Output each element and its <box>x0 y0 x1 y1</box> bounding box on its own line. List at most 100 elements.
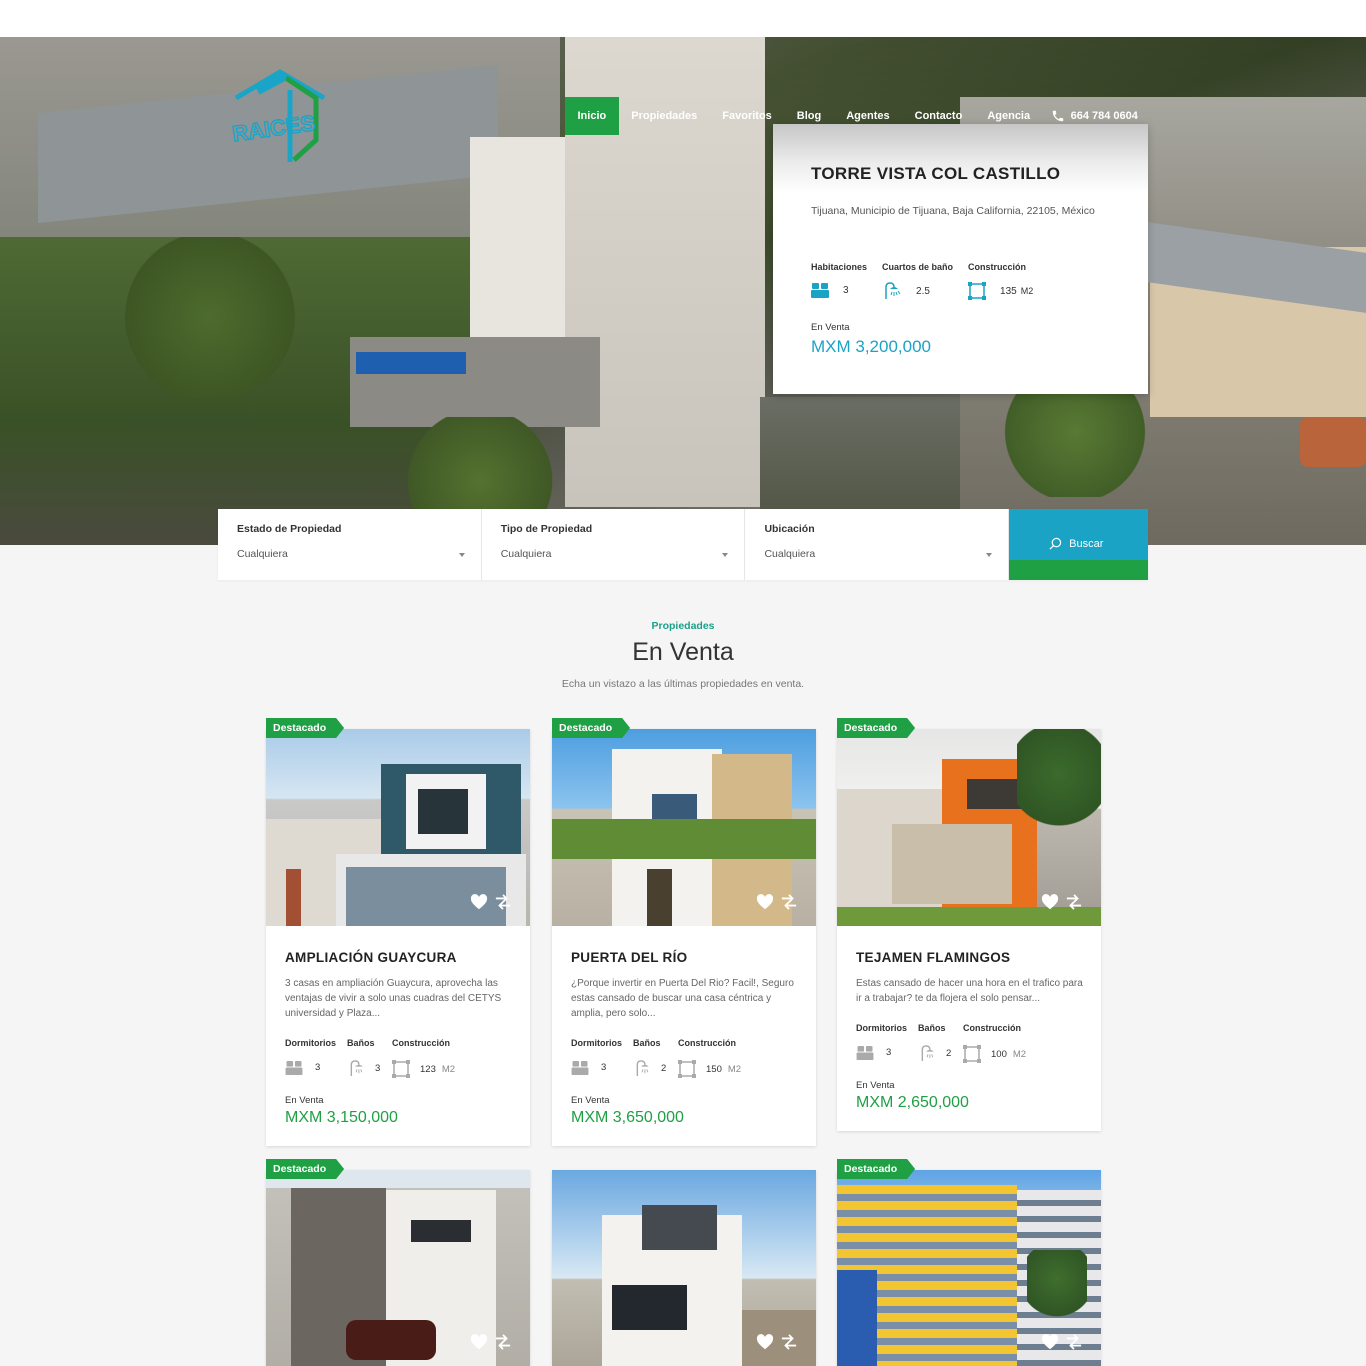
area-icon <box>963 1045 981 1063</box>
search-field-label: Ubicación <box>764 523 815 535</box>
featured-badge: Destacado <box>266 718 344 738</box>
listing-card[interactable]: Destacado <box>266 1170 530 1366</box>
featured-badge: Destacado <box>266 1159 344 1179</box>
listing-card[interactable] <box>552 1170 816 1366</box>
spec-unit: M2 <box>1020 286 1034 296</box>
heart-icon[interactable] <box>1041 894 1059 910</box>
listing-photo[interactable] <box>266 1170 530 1366</box>
search-button[interactable]: Buscar <box>1009 509 1149 580</box>
svg-text:RAICES: RAICES <box>231 110 317 146</box>
listing-status: En Venta <box>571 1095 610 1106</box>
listing-status: En Venta <box>856 1080 895 1091</box>
area-icon <box>392 1060 410 1078</box>
featured-badge: Destacado <box>552 718 630 738</box>
section-subtitle: Echa un vistazo a las últimas propiedade… <box>561 678 805 690</box>
featured-spec-area: Construcción 135 M2 <box>968 262 1033 300</box>
spec-label: Dormitorios <box>571 1038 623 1048</box>
caret-down-icon[interactable] <box>458 553 465 557</box>
bed-icon <box>811 283 829 298</box>
spec-value: 3 <box>315 1062 321 1073</box>
compare-icon[interactable] <box>1065 1334 1083 1350</box>
listing-card[interactable]: Destacado TEJAMEN FLAMINGOS Estas cansad… <box>837 729 1101 1131</box>
nav-item-propiedades[interactable]: Propiedades <box>619 97 710 135</box>
spec-value: 123 <box>420 1063 436 1075</box>
listing-title[interactable]: PUERTA DEL RÍO <box>571 950 687 965</box>
area-icon <box>678 1060 696 1078</box>
listing-description: Estas cansado de hacer una hora en el tr… <box>856 978 1083 1004</box>
listing-description: ¿Porque invertir en Puerta Del Rio? Faci… <box>571 978 794 1019</box>
search-field-value[interactable]: Cualquiera <box>237 548 288 560</box>
spec-label: Dormitorios <box>856 1023 908 1033</box>
search-field-location[interactable]: Ubicación Cualquiera <box>745 509 1010 580</box>
featured-badge: Destacado <box>837 1159 915 1179</box>
search-button-accent <box>1009 560 1149 580</box>
heart-icon[interactable] <box>470 894 488 910</box>
listing-specs: Dormitorios 3 Baños 2 Construcción 100 M2 <box>856 1023 1026 1063</box>
nav-item-inicio[interactable]: Inicio <box>565 97 619 135</box>
hero-car <box>1300 417 1366 467</box>
listing-specs: Dormitorios 3 Baños 3 Construcción 123 M2 <box>285 1038 455 1078</box>
search-icon <box>1049 537 1062 550</box>
featured-specs: Habitaciones 3 Cuartos de baño 2.5 Const… <box>811 262 1048 300</box>
bed-icon <box>285 1060 303 1075</box>
featured-badge: Destacado <box>837 718 915 738</box>
compare-icon[interactable] <box>494 1334 512 1350</box>
bed-icon <box>571 1060 589 1075</box>
search-field-label: Estado de Propiedad <box>237 523 342 535</box>
listing-photo[interactable] <box>266 729 530 926</box>
listing-card[interactable]: Destacado <box>837 1170 1101 1366</box>
listing-specs: Dormitorios 3 Baños 2 Construcción 150 M2 <box>571 1038 741 1078</box>
spec-label: Cuartos de baño <box>882 262 954 272</box>
featured-spec-bathrooms: Cuartos de baño 2.5 <box>882 262 953 300</box>
spec-value: 3 <box>601 1062 607 1073</box>
compare-icon[interactable] <box>780 1334 798 1350</box>
search-field-status[interactable]: Estado de Propiedad Cualquiera <box>218 509 482 580</box>
featured-price: MXM 3,200,000 <box>811 337 932 356</box>
section-title: En Venta <box>632 638 734 666</box>
listing-description: 3 casas en ampliación Guaycura, aprovech… <box>285 978 502 1019</box>
listing-title[interactable]: AMPLIACIÓN GUAYCURA <box>285 950 457 965</box>
logo-house-icon: RAICES <box>230 69 326 162</box>
listing-status: En Venta <box>285 1095 324 1106</box>
spec-value: 2 <box>661 1063 667 1074</box>
listing-price: MXM 2,650,000 <box>856 1094 969 1111</box>
search-field-value[interactable]: Cualquiera <box>501 548 552 560</box>
compare-icon[interactable] <box>1065 894 1083 910</box>
listing-price: MXM 3,150,000 <box>285 1109 398 1126</box>
heart-icon[interactable] <box>756 894 774 910</box>
caret-down-icon[interactable] <box>986 553 993 557</box>
listing-card[interactable]: Destacado AMPLIACIÓN GUAYCURA 3 casas en… <box>266 729 530 1146</box>
nav-phone[interactable]: 664 784 0604 <box>1051 109 1138 123</box>
featured-title[interactable]: TORRE VISTA COL CASTILLO <box>811 164 1060 184</box>
heart-icon[interactable] <box>756 1334 774 1350</box>
area-icon <box>968 282 987 300</box>
hero-terrace <box>350 337 600 427</box>
spec-value: 3 <box>843 284 849 296</box>
heart-icon[interactable] <box>1041 1334 1059 1350</box>
compare-icon[interactable] <box>494 894 512 910</box>
site-logo[interactable]: RAICES <box>228 68 334 164</box>
spec-unit: M2 <box>1012 1048 1027 1060</box>
shower-icon <box>921 1045 934 1062</box>
search-field-label: Tipo de Propiedad <box>500 523 593 535</box>
listing-photo[interactable] <box>552 729 816 926</box>
search-field-value[interactable]: Cualquiera <box>764 548 815 560</box>
shower-icon <box>636 1060 649 1077</box>
featured-property-card[interactable]: TORRE VISTA COL CASTILLO Tijuana, Munici… <box>773 124 1148 394</box>
listing-title[interactable]: TEJAMEN FLAMINGOS <box>856 950 1010 965</box>
spec-value: 135 <box>1000 285 1017 297</box>
spec-label: Dormitorios <box>285 1038 337 1048</box>
search-field-type[interactable]: Tipo de Propiedad Cualquiera <box>482 509 746 580</box>
caret-down-icon[interactable] <box>722 553 729 557</box>
listing-card[interactable]: Destacado PUERTA DEL RÍO ¿Porque inverti… <box>552 729 816 1146</box>
listing-photo[interactable] <box>837 729 1101 926</box>
spec-label: Baños <box>918 1023 946 1033</box>
listing-photo[interactable] <box>837 1170 1101 1366</box>
search-button-label: Buscar <box>1069 537 1104 550</box>
heart-icon[interactable] <box>470 1334 488 1350</box>
phone-icon <box>1052 110 1063 122</box>
featured-spec-bedrooms: Habitaciones 3 <box>811 262 867 300</box>
listing-photo[interactable] <box>552 1170 816 1366</box>
spec-value: 2 <box>946 1048 952 1059</box>
compare-icon[interactable] <box>780 894 798 910</box>
